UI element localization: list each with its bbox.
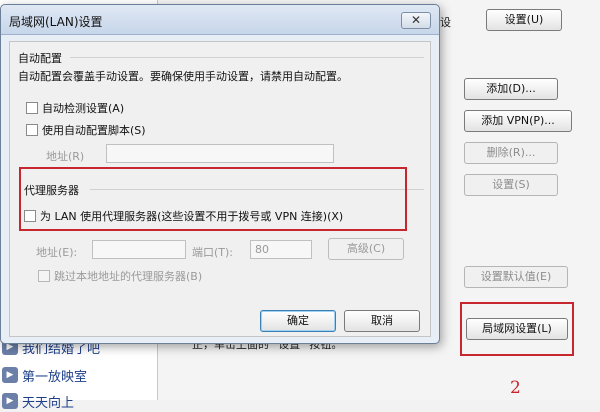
- group-divider: [90, 189, 424, 190]
- group-divider: [70, 57, 424, 58]
- advanced-button[interactable]: 高级(C): [328, 238, 404, 260]
- add-button[interactable]: 添加(D)...: [464, 78, 558, 100]
- list-item[interactable]: ▶ 天天向上: [0, 390, 74, 412]
- use-proxy-checkbox[interactable]: 为 LAN 使用代理服务器(这些设置不用于拨号或 VPN 连接)(X): [24, 208, 343, 224]
- auto-detect-label: 自动检测设置(A): [42, 102, 125, 115]
- dialog-titlebar[interactable]: 局域网(LAN)设置 ✕: [1, 5, 439, 35]
- dialog-body: 自动配置 自动配置会覆盖手动设置。要确保使用手动设置，请禁用自动配置。 自动检测…: [9, 41, 431, 337]
- channel-icon: ▶: [2, 393, 18, 409]
- settings-s-button[interactable]: 设置(S): [464, 174, 558, 196]
- lan-settings-button[interactable]: 局域网设置(L): [466, 318, 568, 340]
- fragment-text: 设: [440, 16, 451, 29]
- proxy-address-label: 地址(E):: [36, 246, 78, 259]
- use-script-checkbox[interactable]: 使用自动配置脚本(S): [26, 122, 146, 138]
- lan-settings-dialog: 局域网(LAN)设置 ✕ 自动配置 自动配置会覆盖手动设置。要确保使用手动设置，…: [0, 4, 440, 344]
- list-item[interactable]: ▶ 第一放映室: [0, 364, 87, 386]
- checkbox-box[interactable]: [24, 210, 36, 222]
- set-default-button[interactable]: 设置默认值(E): [464, 266, 568, 288]
- script-address-label: 地址(R): [46, 150, 85, 163]
- port-input[interactable]: 80: [250, 240, 312, 259]
- auto-config-group-label: 自动配置: [18, 52, 62, 65]
- dialog-title: 局域网(LAN)设置: [9, 15, 103, 29]
- close-icon: ✕: [410, 13, 422, 27]
- proxy-group-label: 代理服务器: [24, 184, 79, 197]
- delete-button[interactable]: 删除(R)...: [464, 142, 558, 164]
- close-button[interactable]: ✕: [401, 12, 431, 29]
- use-script-label: 使用自动配置脚本(S): [42, 124, 146, 137]
- checkbox-box[interactable]: [26, 124, 38, 136]
- cancel-button[interactable]: 取消: [344, 310, 420, 332]
- annotation-number-2: 2: [510, 378, 521, 398]
- bypass-local-label: 跳过本地地址的代理服务器(B): [54, 270, 203, 283]
- proxy-address-input[interactable]: [92, 240, 186, 259]
- bypass-local-checkbox[interactable]: 跳过本地地址的代理服务器(B): [38, 268, 202, 284]
- list-item-label: 天天向上: [22, 395, 75, 411]
- add-vpn-button[interactable]: 添加 VPN(P)...: [464, 110, 572, 132]
- auto-detect-checkbox[interactable]: 自动检测设置(A): [26, 100, 124, 116]
- checkbox-box[interactable]: [26, 102, 38, 114]
- script-address-input[interactable]: [106, 144, 334, 163]
- checkbox-box[interactable]: [38, 270, 50, 282]
- settings-button[interactable]: 设置(U): [486, 9, 562, 31]
- list-item-label: 第一放映室: [22, 369, 88, 385]
- channel-icon: ▶: [2, 367, 18, 383]
- auto-config-description: 自动配置会覆盖手动设置。要确保使用手动设置，请禁用自动配置。: [18, 70, 348, 83]
- use-proxy-label: 为 LAN 使用代理服务器(这些设置不用于拨号或 VPN 连接)(X): [40, 210, 344, 223]
- port-label: 端口(T):: [192, 246, 234, 259]
- ok-button[interactable]: 确定: [260, 310, 336, 332]
